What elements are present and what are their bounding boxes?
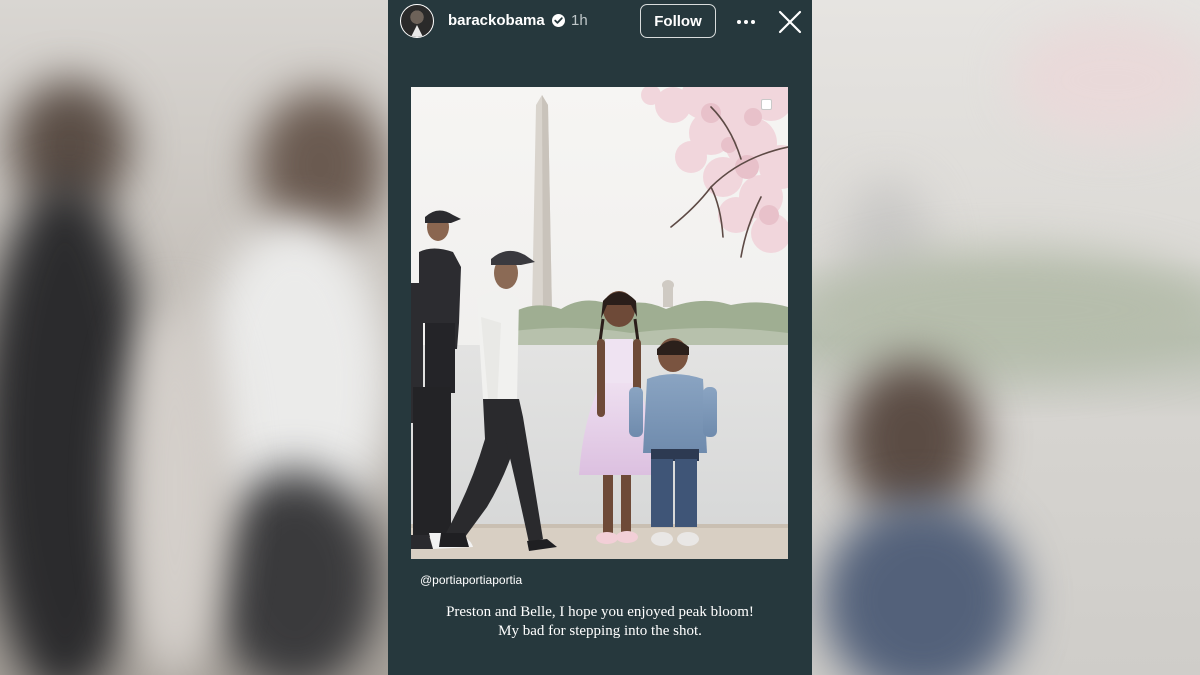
username[interactable]: barackobama (448, 12, 545, 30)
blurred-background-left (0, 0, 388, 675)
follow-button[interactable]: Follow (640, 4, 716, 38)
story-header: barackobama 1h Follow (388, 0, 812, 44)
caption-line: Preston and Belle, I hope you enjoyed pe… (446, 604, 754, 620)
square-icon (761, 99, 772, 110)
mention-link[interactable]: @portiaportiaportia (420, 573, 522, 587)
caption-line: My bad for stepping into the shot. (498, 623, 702, 639)
post-time: 1h (571, 12, 588, 29)
close-icon[interactable] (778, 10, 802, 34)
story-photo (411, 87, 788, 559)
verified-badge-icon (552, 14, 565, 27)
more-options-icon[interactable] (734, 10, 758, 34)
blurred-background-right (812, 0, 1200, 675)
story-viewer[interactable]: barackobama 1h Follow @portiaportiaporti… (388, 0, 812, 675)
story-caption: Preston and Belle, I hope you enjoyed pe… (388, 603, 812, 641)
profile-avatar[interactable] (400, 4, 434, 38)
